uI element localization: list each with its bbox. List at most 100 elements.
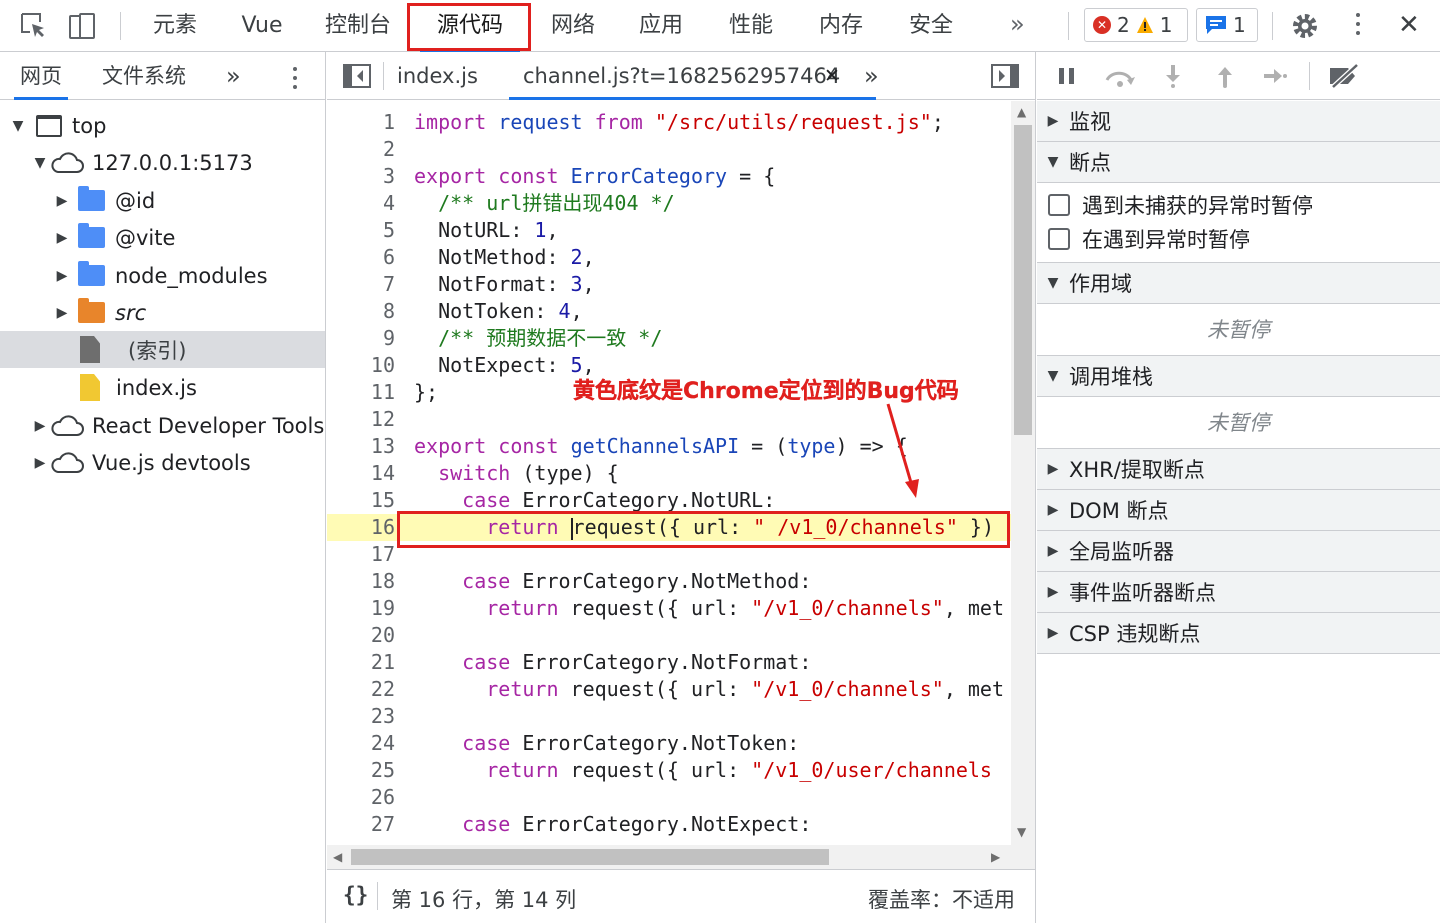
settings-gear-icon[interactable] [1289,10,1321,42]
coverage-status[interactable]: 覆盖率：不适用 [868,884,1015,914]
editor-tab-index-js[interactable]: index.js [397,52,478,100]
pretty-print-button[interactable]: {} [343,883,368,907]
line-number[interactable]: 24 [327,730,395,757]
more-navigator-chevron-icon[interactable]: » [226,52,241,100]
horizontal-scrollbar[interactable]: ◀ ▶ [327,845,1035,869]
pause-icon[interactable] [1055,64,1079,88]
line-number[interactable]: 15 [327,487,395,514]
collapsed-triangle-icon[interactable]: ▶ [32,418,48,434]
section-watch[interactable]: ▶ 监视 [1037,101,1440,142]
collapsed-triangle-icon[interactable]: ▶ [54,193,70,209]
navigator-menu-icon[interactable] [293,67,297,94]
step-over-icon[interactable] [1103,64,1137,88]
close-tab-icon[interactable]: ✕ [824,52,840,100]
line-number[interactable]: 13 [327,433,395,460]
tree-item-index-page[interactable]: (索引) [0,331,325,368]
line-number[interactable]: 5 [327,217,395,244]
tab-application[interactable]: 应用 [628,0,694,52]
tab-filesystem[interactable]: 文件系统 [102,52,186,100]
customize-menu-icon[interactable] [1356,13,1360,40]
line-number[interactable]: 17 [327,541,395,568]
line-number[interactable]: 10 [327,352,395,379]
tree-item-origin[interactable]: ▼ 127.0.0.1:5173 [0,144,325,181]
tree-item-folder-node-modules[interactable]: ▶ node_modules [0,257,325,294]
issues-counter[interactable]: ✕ 2 1 [1084,8,1188,42]
tree-item-folder-vite[interactable]: ▶ @vite [0,219,325,256]
tree-item-vue-devtools[interactable]: ▶ Vue.js devtools [0,444,325,481]
collapsed-triangle-icon[interactable]: ▶ [54,230,70,246]
toggle-navigator-icon[interactable] [343,64,371,88]
section-event-listener-breakpoints[interactable]: ▶ 事件监听器断点 [1037,572,1440,613]
line-number[interactable]: 2 [327,136,395,163]
section-call-stack[interactable]: ▼ 调用堆栈 [1037,356,1440,397]
line-number[interactable]: 11 [327,379,395,406]
line-number[interactable]: 16 [327,514,395,541]
section-xhr-breakpoints[interactable]: ▶ XHR/提取断点 [1037,449,1440,490]
step-out-icon[interactable] [1213,64,1237,88]
expanded-triangle-icon[interactable]: ▼ [10,118,26,134]
line-number[interactable]: 19 [327,595,395,622]
inspect-element-icon[interactable] [18,10,50,42]
line-number[interactable]: 4 [327,190,395,217]
tab-page[interactable]: 网页 [14,52,68,100]
line-number[interactable]: 20 [327,622,395,649]
tree-item-folder-src[interactable]: ▶ src [0,294,325,331]
close-devtools-icon[interactable]: ✕ [1398,10,1420,40]
pause-on-caught-row[interactable]: 在遇到异常时暂停 [1037,222,1440,256]
line-number[interactable]: 27 [327,811,395,838]
step-into-icon[interactable] [1161,64,1185,88]
tab-elements[interactable]: 元素 [140,0,210,52]
line-number[interactable]: 18 [327,568,395,595]
line-number[interactable]: 22 [327,676,395,703]
vertical-scroll-thumb[interactable] [1014,125,1032,435]
tab-console[interactable]: 控制台 [318,0,398,52]
vertical-scrollbar[interactable]: ▲ ▼ [1011,101,1035,845]
collapsed-triangle-icon[interactable]: ▶ [32,455,48,471]
tree-item-index-js[interactable]: index.js [0,369,325,406]
tab-memory[interactable]: 内存 [808,0,874,52]
section-dom-breakpoints[interactable]: ▶ DOM 断点 [1037,490,1440,531]
editor-tab-channel-js[interactable]: channel.js?t=1682562957464 [508,52,877,100]
line-number[interactable]: 23 [327,703,395,730]
more-tabs-chevron-icon[interactable]: » [1010,10,1025,38]
collapsed-triangle-icon[interactable]: ▶ [54,268,70,284]
line-number[interactable]: 12 [327,406,395,433]
line-number[interactable]: 14 [327,460,395,487]
device-toolbar-icon[interactable] [66,10,98,42]
line-number[interactable]: 3 [327,163,395,190]
tab-security[interactable]: 安全 [898,0,964,52]
scroll-up-arrow-icon[interactable]: ▲ [1017,105,1026,119]
line-number[interactable]: 26 [327,784,395,811]
scroll-right-arrow-icon[interactable]: ▶ [991,850,1000,864]
line-number[interactable]: 25 [327,757,395,784]
expanded-triangle-icon[interactable]: ▼ [32,155,48,171]
messages-counter[interactable]: 1 [1196,8,1258,42]
collapsed-triangle-icon[interactable]: ▶ [54,305,70,321]
tab-performance[interactable]: 性能 [718,0,784,52]
line-number[interactable]: 8 [327,298,395,325]
step-icon[interactable] [1263,64,1287,88]
line-number[interactable]: 9 [327,325,395,352]
pause-on-uncaught-checkbox[interactable] [1048,194,1070,216]
scroll-left-arrow-icon[interactable]: ◀ [333,850,342,864]
section-csp-breakpoints[interactable]: ▶ CSP 违规断点 [1037,613,1440,654]
toggle-debugger-icon[interactable] [991,64,1019,88]
more-editor-tabs-chevron-icon[interactable]: » [864,52,879,100]
pause-on-uncaught-row[interactable]: 遇到未捕获的异常时暂停 [1037,188,1440,222]
deactivate-breakpoints-icon[interactable] [1327,64,1363,88]
line-number[interactable]: 21 [327,649,395,676]
pause-on-caught-checkbox[interactable] [1048,228,1070,250]
horizontal-scroll-thumb[interactable] [351,849,829,865]
section-scope[interactable]: ▼ 作用域 [1037,263,1440,304]
line-number[interactable]: 1 [327,109,395,136]
tab-vue[interactable]: Vue [232,0,292,52]
tree-item-folder-id[interactable]: ▶ @id [0,182,325,219]
section-global-listeners[interactable]: ▶ 全局监听器 [1037,531,1440,572]
tab-network[interactable]: 网络 [540,0,606,52]
tree-item-react-devtools[interactable]: ▶ React Developer Tools [0,407,325,444]
section-breakpoints[interactable]: ▼ 断点 [1037,142,1440,183]
line-number[interactable]: 6 [327,244,395,271]
tree-item-top[interactable]: ▼ top [0,107,325,144]
scroll-down-arrow-icon[interactable]: ▼ [1017,825,1026,839]
line-number[interactable]: 7 [327,271,395,298]
